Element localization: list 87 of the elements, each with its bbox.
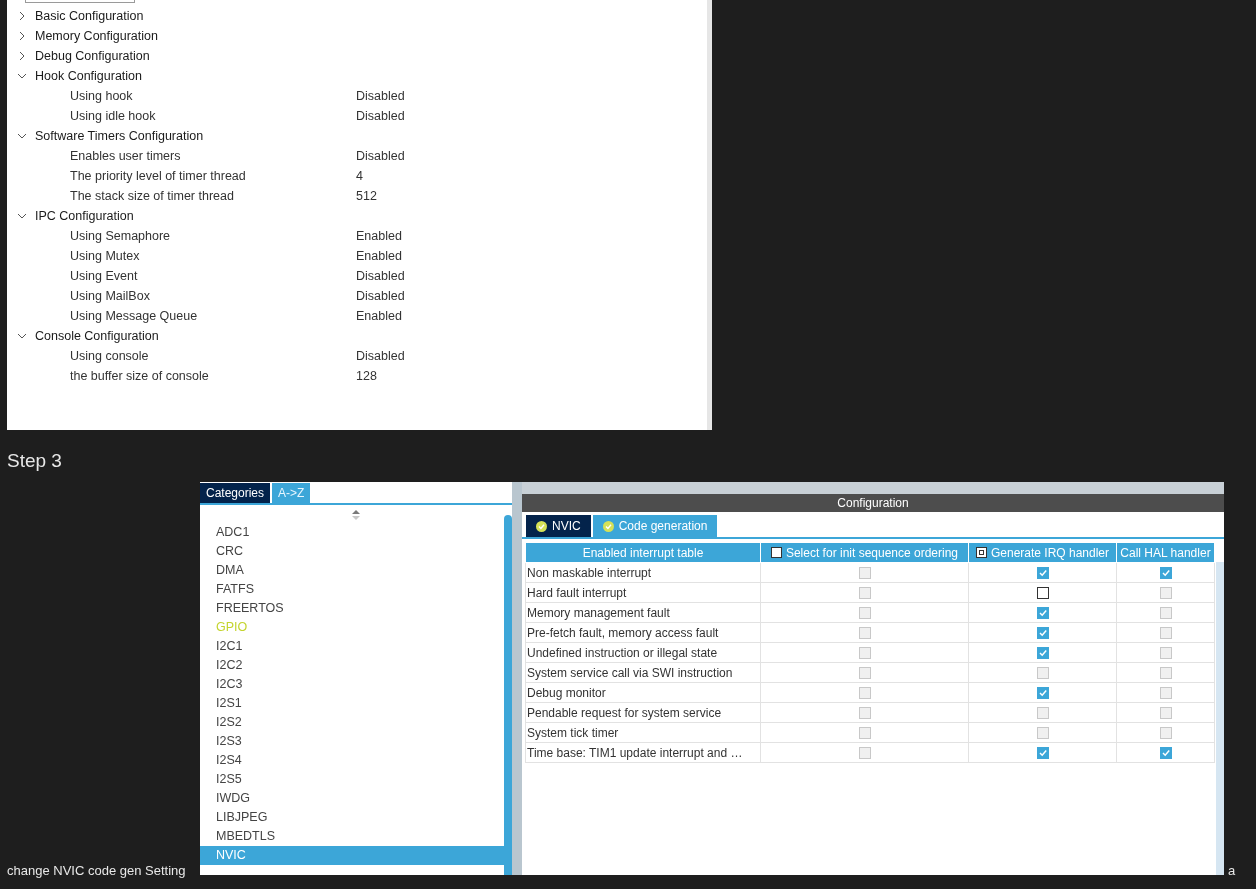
setting-label: Using Event — [70, 267, 139, 285]
checkbox[interactable] — [1036, 606, 1049, 619]
list-item[interactable]: I2S1 — [200, 694, 504, 713]
list-item[interactable]: CRC — [200, 542, 504, 561]
setting-value[interactable]: Enabled — [356, 226, 402, 246]
setting-label: The priority level of timer thread — [70, 167, 247, 185]
setting-value[interactable]: Enabled — [356, 306, 402, 326]
list-item[interactable]: ADC1 — [200, 523, 504, 542]
list-item[interactable]: LIBJPEG — [200, 808, 504, 827]
checkbox[interactable] — [1036, 586, 1049, 599]
setting-label: the buffer size of console — [70, 367, 210, 385]
tree-item[interactable]: Hook Configuration — [35, 66, 142, 86]
checkbox[interactable] — [1036, 566, 1049, 579]
checkbox[interactable] — [1159, 746, 1172, 759]
setting-label: Enables user timers — [70, 147, 182, 165]
table-cell: Undefined instruction or illegal state — [525, 642, 761, 663]
sort-icon[interactable] — [352, 510, 360, 520]
setting-value[interactable]: Enabled — [356, 246, 402, 266]
table-cell: Non maskable interrupt — [525, 562, 761, 583]
list-item[interactable]: I2S2 — [200, 713, 504, 732]
checkbox[interactable] — [1036, 626, 1049, 639]
tree-item[interactable]: Basic Configuration — [35, 6, 144, 26]
list-item[interactable]: FATFS — [200, 580, 504, 599]
setting-label: Using hook — [70, 87, 134, 105]
scrollbar[interactable] — [1216, 562, 1224, 875]
chevron-down-icon[interactable] — [17, 131, 27, 141]
list-item[interactable]: IWDG — [200, 789, 504, 808]
input-field[interactable] — [25, 0, 135, 3]
checkbox[interactable] — [975, 547, 987, 558]
list-item[interactable]: I2S5 — [200, 770, 504, 789]
setting-value[interactable]: Disabled — [356, 86, 405, 106]
chevron-down-icon[interactable] — [17, 71, 27, 81]
chevron-down-icon[interactable] — [17, 211, 27, 221]
setting-value[interactable]: Disabled — [356, 106, 405, 126]
list-item[interactable]: I2S4 — [200, 751, 504, 770]
checkbox[interactable] — [1159, 566, 1172, 579]
table-cell: System service call via SWI instruction — [525, 662, 761, 683]
setting-value[interactable]: 512 — [356, 186, 377, 206]
checkbox[interactable] — [1036, 646, 1049, 659]
checkbox[interactable] — [1036, 746, 1049, 759]
list-item[interactable]: DMA — [200, 561, 504, 580]
setting-value[interactable]: Disabled — [356, 146, 405, 166]
setting-label: Using Message Queue — [70, 307, 199, 325]
setting-label: The stack size of timer thread — [70, 187, 235, 205]
tree-item[interactable]: Software Timers Configuration — [35, 126, 204, 146]
step-heading: Step 3 — [7, 448, 62, 473]
setting-value[interactable]: Disabled — [356, 266, 405, 286]
checkbox[interactable] — [770, 547, 782, 558]
tab[interactable]: Categories — [200, 483, 271, 503]
setting-value[interactable]: 128 — [356, 366, 377, 386]
table-cell: Debug monitor — [525, 682, 761, 703]
table-cell: Time base: TIM1 update interrupt and … — [525, 742, 761, 763]
table-cell: Pendable request for system service — [525, 702, 761, 723]
table-cell: Memory management fault — [525, 602, 761, 623]
setting-value[interactable]: Disabled — [356, 346, 405, 366]
setting-label: Using console — [70, 347, 150, 365]
checkbox[interactable] — [1036, 686, 1049, 699]
caption-text: change NVIC code gen Setting — [7, 861, 186, 880]
setting-label: Using Semaphore — [70, 227, 172, 245]
chevron-down-icon[interactable] — [17, 331, 27, 341]
list-item[interactable]: I2C2 — [200, 656, 504, 675]
list-item[interactable]: MBEDTLS — [200, 827, 504, 846]
tab[interactable]: NVIC — [526, 515, 591, 537]
setting-value[interactable]: Disabled — [356, 286, 405, 306]
chevron-right-icon[interactable] — [17, 11, 27, 21]
setting-label: Using MailBox — [70, 287, 151, 305]
list-item[interactable]: I2C1 — [200, 637, 504, 656]
chevron-right-icon[interactable] — [17, 31, 27, 41]
panel-title: Configuration — [522, 494, 1224, 512]
setting-value[interactable]: 4 — [356, 166, 363, 186]
tree-item[interactable]: Console Configuration — [35, 326, 159, 346]
table-cell: System tick timer — [525, 722, 761, 743]
tree-item[interactable]: Debug Configuration — [35, 46, 150, 66]
list-item[interactable]: I2C3 — [200, 675, 504, 694]
chevron-right-icon[interactable] — [17, 51, 27, 61]
setting-label: Using Mutex — [70, 247, 141, 265]
list-item[interactable]: I2S3 — [200, 732, 504, 751]
check-circle-icon — [536, 520, 547, 532]
table-cell: Hard fault interrupt — [525, 582, 761, 603]
scrollbar[interactable] — [504, 515, 512, 875]
caption-text: a — [1228, 861, 1236, 880]
setting-label: Using idle hook — [70, 107, 157, 125]
list-item[interactable]: FREERTOS — [200, 599, 504, 618]
tree-item[interactable]: Memory Configuration — [35, 26, 158, 46]
table-cell: Pre-fetch fault, memory access fault — [525, 622, 761, 643]
tree-item[interactable]: IPC Configuration — [35, 206, 134, 226]
check-circle-icon — [602, 520, 614, 532]
